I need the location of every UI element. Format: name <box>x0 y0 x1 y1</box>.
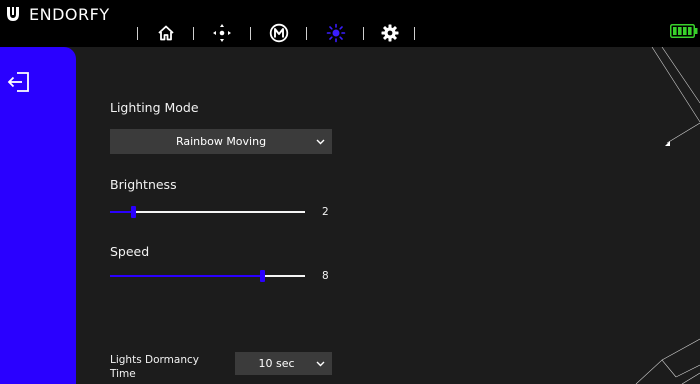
speed-value: 8 <box>322 270 329 282</box>
back-button[interactable] <box>6 71 32 93</box>
chevron-down-icon <box>316 139 325 144</box>
nav-separator <box>414 27 415 40</box>
exit-arrow-icon <box>7 72 29 92</box>
home-icon <box>158 25 174 41</box>
slider-thumb[interactable] <box>131 206 137 218</box>
dormancy-time-value: 10 sec <box>258 357 295 370</box>
slider-thumb[interactable] <box>260 270 266 282</box>
brightness-value: 2 <box>322 206 329 218</box>
speed-slider[interactable] <box>110 270 305 282</box>
main-content: Lighting Mode Rainbow Moving Brightness … <box>76 47 700 384</box>
slider-track <box>110 211 305 213</box>
nav-settings-button[interactable] <box>379 22 401 44</box>
slider-fill <box>110 211 134 213</box>
brightness-label: Brightness <box>110 177 177 192</box>
slider-fill <box>110 275 263 277</box>
nav-home-button[interactable] <box>155 22 177 44</box>
brand-name: ENDORFY <box>29 4 110 24</box>
speed-label: Speed <box>110 244 150 259</box>
nav-separator <box>250 27 251 40</box>
side-panel <box>0 47 76 384</box>
nav-separator <box>137 27 138 40</box>
gear-icon <box>381 24 399 42</box>
lighting-mode-dropdown[interactable]: Rainbow Moving <box>110 129 332 154</box>
chevron-down-icon <box>316 361 325 366</box>
nav-macro-button[interactable] <box>268 22 290 44</box>
nav-separator <box>306 27 307 40</box>
nav-lighting-button[interactable] <box>325 22 347 44</box>
dormancy-time-label: Lights Dormancy Time <box>110 353 199 381</box>
lighting-sun-icon <box>326 23 346 43</box>
top-bar: ENDORFY <box>0 0 700 47</box>
lighting-mode-label: Lighting Mode <box>110 100 199 115</box>
dormancy-time-dropdown[interactable]: 10 sec <box>235 352 332 375</box>
nav-separator <box>363 27 364 40</box>
nav-separator <box>193 27 194 40</box>
lighting-mode-value: Rainbow Moving <box>175 135 267 148</box>
brightness-slider[interactable] <box>110 206 305 218</box>
dormancy-label-line1: Lights Dormancy <box>110 354 199 366</box>
brand: ENDORFY <box>4 3 110 25</box>
dormancy-label-line2: Time <box>110 368 136 380</box>
macro-icon <box>269 23 289 43</box>
battery-icon <box>670 24 698 38</box>
endorfy-logo-icon <box>7 7 19 21</box>
nav-dpad-button[interactable] <box>211 22 233 44</box>
dpad-icon <box>213 24 231 42</box>
